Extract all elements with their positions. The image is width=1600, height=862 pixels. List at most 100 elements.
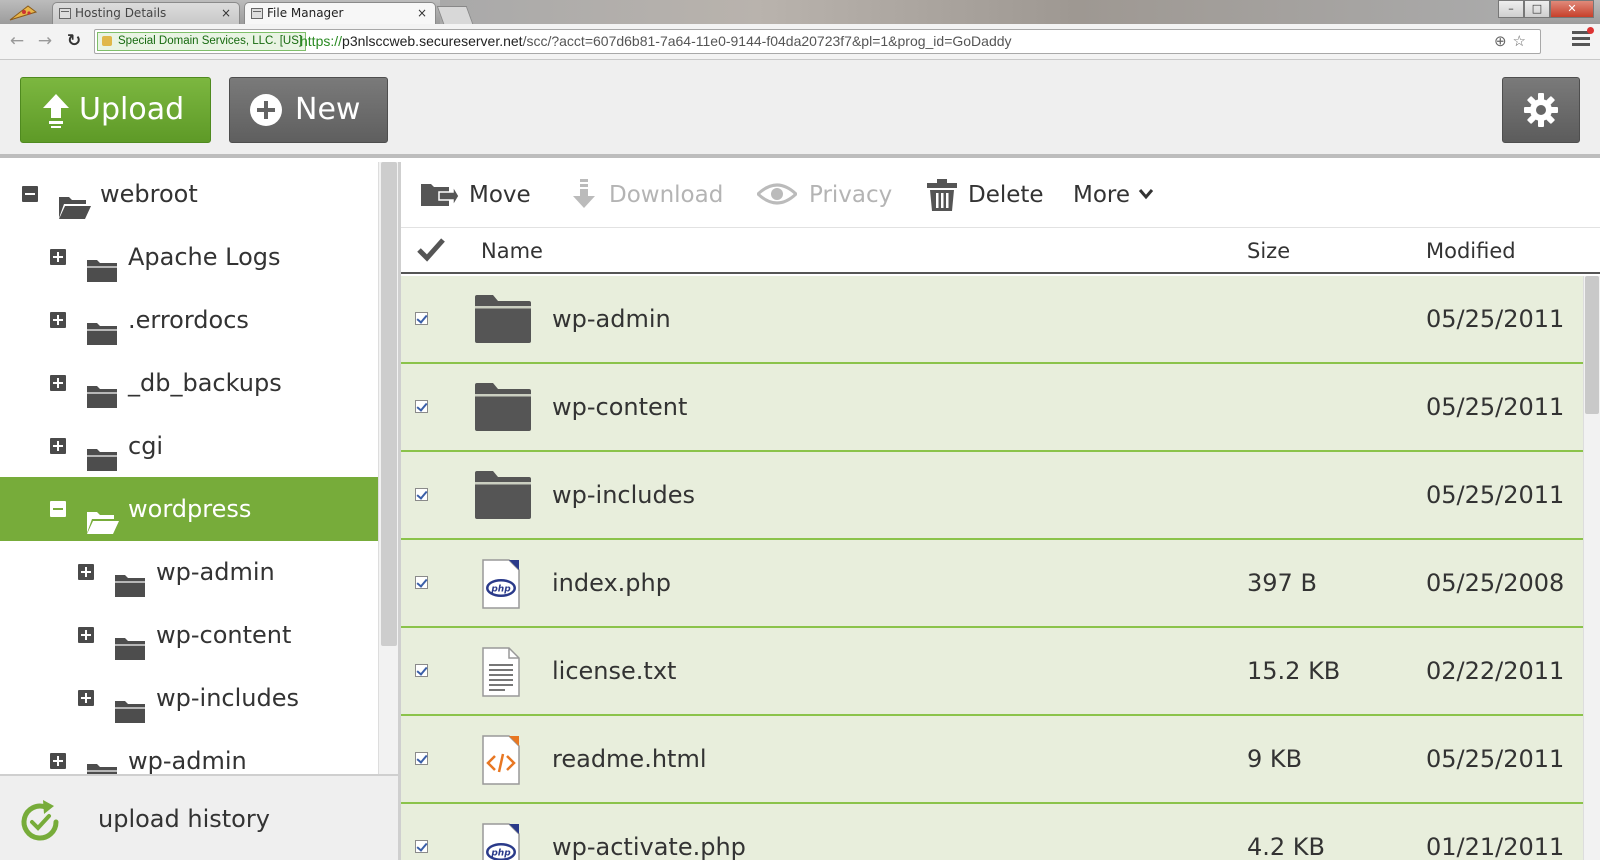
file-name[interactable]: wp-content [552, 364, 687, 450]
column-header-modified[interactable]: Modified [1426, 228, 1516, 274]
settings-button[interactable] [1502, 77, 1580, 143]
tree-node[interactable]: cgi [0, 414, 380, 478]
expand-icon[interactable] [78, 690, 94, 706]
url-text: https://p3nlsccweb.secureserver.net/scc/… [300, 30, 1012, 53]
collapse-icon[interactable] [22, 186, 38, 202]
reload-icon[interactable]: ↻ [63, 30, 85, 52]
file-row[interactable]: wp-admin 05/25/2011 [401, 276, 1583, 364]
file-row[interactable]: readme.html 9 KB 05/25/2011 [401, 716, 1583, 804]
expand-icon[interactable] [50, 753, 66, 769]
ev-certificate-badge[interactable]: Special Domain Services, LLC. [US] [97, 32, 307, 51]
tree-node-label: wordpress [128, 495, 252, 523]
expand-icon[interactable] [50, 249, 66, 265]
tree-node-label: .errordocs [128, 306, 249, 334]
folder-tree: webroot Apache Logs .errordocs _db_backupsc… [0, 162, 398, 774]
new-button[interactable]: New [229, 77, 388, 143]
maximize-icon[interactable]: □ [1524, 0, 1550, 18]
row-checkbox[interactable] [415, 840, 428, 853]
tree-node[interactable]: _db_backups [0, 351, 380, 415]
update-badge-icon [1587, 27, 1594, 34]
row-checkbox[interactable] [415, 752, 428, 765]
upload-history-bar[interactable]: upload history [0, 774, 398, 860]
tree-node-label: cgi [128, 432, 164, 460]
address-bar[interactable]: Special Domain Services, LLC. [US] https… [94, 29, 1541, 54]
more-menu-button[interactable]: More [1073, 162, 1154, 228]
tree-node[interactable]: webroot [0, 162, 380, 226]
row-checkbox[interactable] [415, 400, 428, 413]
file-row[interactable]: license.txt 15.2 KB 02/22/2011 [401, 628, 1583, 716]
eye-icon [757, 183, 797, 205]
tab-close-icon[interactable]: × [221, 3, 231, 24]
file-row[interactable]: wp-content 05/25/2011 [401, 364, 1583, 452]
window-controls: – □ ✕ [1498, 0, 1594, 18]
tree-node[interactable]: wp-admin [0, 729, 380, 774]
file-list: wp-admin 05/25/2011 wp-content 05/25/2011 wp… [401, 276, 1583, 860]
row-checkbox[interactable] [415, 312, 428, 325]
tree-node[interactable]: wp-includes [0, 666, 380, 730]
browser-logo-icon [6, 2, 40, 24]
file-modified: 05/25/2011 [1426, 305, 1565, 333]
file-name[interactable]: wp-admin [552, 276, 671, 362]
privacy-button[interactable]: Privacy [757, 162, 892, 228]
browser-menu-icon[interactable] [1572, 27, 1594, 51]
tab-hosting-details[interactable]: Hosting Details × [52, 2, 240, 24]
url-path: /scc/?acct=607d6b81-7a64-11e0-9144-f04da… [522, 33, 1012, 49]
page-favicon-icon [251, 8, 263, 19]
expand-icon[interactable] [50, 375, 66, 391]
html-file-icon [479, 734, 523, 790]
select-all-checkmark-icon[interactable] [417, 238, 445, 262]
file-name[interactable]: license.txt [552, 628, 676, 714]
column-header-size[interactable]: Size [1247, 228, 1290, 274]
download-button[interactable]: Download [569, 162, 723, 228]
expand-icon[interactable] [78, 627, 94, 643]
row-checkbox[interactable] [415, 664, 428, 677]
file-modified: 05/25/2011 [1426, 481, 1565, 509]
file-size: 397 B [1247, 569, 1317, 597]
folder-icon [86, 243, 118, 282]
tree-node[interactable]: Apache Logs [0, 225, 380, 289]
expand-icon[interactable] [78, 564, 94, 580]
folder-icon [473, 293, 533, 349]
delete-button[interactable]: Delete [926, 162, 1044, 228]
tree-scrollbar-thumb[interactable] [381, 162, 397, 646]
minimize-icon[interactable]: – [1498, 0, 1524, 18]
folder-icon [473, 469, 533, 525]
new-tab-button[interactable] [436, 6, 474, 24]
file-modified: 01/21/2011 [1426, 833, 1565, 860]
file-row[interactable]: php wp-activate.php 4.2 KB 01/21/2011 [401, 804, 1583, 860]
file-list-scrollbar-thumb[interactable] [1585, 276, 1599, 414]
file-row[interactable]: php index.php 397 B 05/25/2008 [401, 540, 1583, 628]
file-name[interactable]: wp-includes [552, 452, 695, 538]
file-row[interactable]: wp-includes 05/25/2011 [401, 452, 1583, 540]
tree-node[interactable]: wordpress [0, 477, 380, 541]
file-name[interactable]: wp-activate.php [552, 804, 746, 860]
forward-arrow-icon[interactable]: → [34, 30, 56, 52]
row-checkbox[interactable] [415, 576, 428, 589]
tree-node[interactable]: wp-content [0, 603, 380, 667]
expand-icon[interactable] [50, 312, 66, 328]
history-refresh-icon [21, 800, 59, 841]
expand-icon[interactable] [50, 438, 66, 454]
row-checkbox[interactable] [415, 488, 428, 501]
tab-close-icon[interactable]: × [417, 3, 427, 24]
bookmark-star-icon[interactable]: ☆ [1513, 33, 1532, 50]
url-host: p3nlsccweb.secureserver.net [342, 33, 523, 49]
back-arrow-icon[interactable]: ← [6, 30, 28, 52]
collapse-icon[interactable] [50, 501, 66, 517]
upload-history-label: upload history [98, 805, 270, 833]
folder-open-icon [58, 180, 91, 219]
tree-node[interactable]: wp-admin [0, 540, 380, 604]
upload-button[interactable]: Upload [20, 77, 211, 143]
file-list-header: Name Size Modified [401, 228, 1600, 274]
window-close-icon[interactable]: ✕ [1550, 0, 1594, 18]
column-header-name[interactable]: Name [481, 228, 543, 274]
file-name[interactable]: index.php [552, 540, 671, 626]
tab-file-manager[interactable]: File Manager × [244, 2, 436, 24]
tree-node[interactable]: .errordocs [0, 288, 380, 352]
file-name[interactable]: readme.html [552, 716, 707, 802]
move-icon [421, 183, 459, 209]
move-button[interactable]: Move [419, 162, 531, 228]
zoom-icon[interactable]: ⊕ [1494, 33, 1513, 50]
move-label: Move [469, 182, 531, 208]
folder-icon [86, 432, 118, 471]
